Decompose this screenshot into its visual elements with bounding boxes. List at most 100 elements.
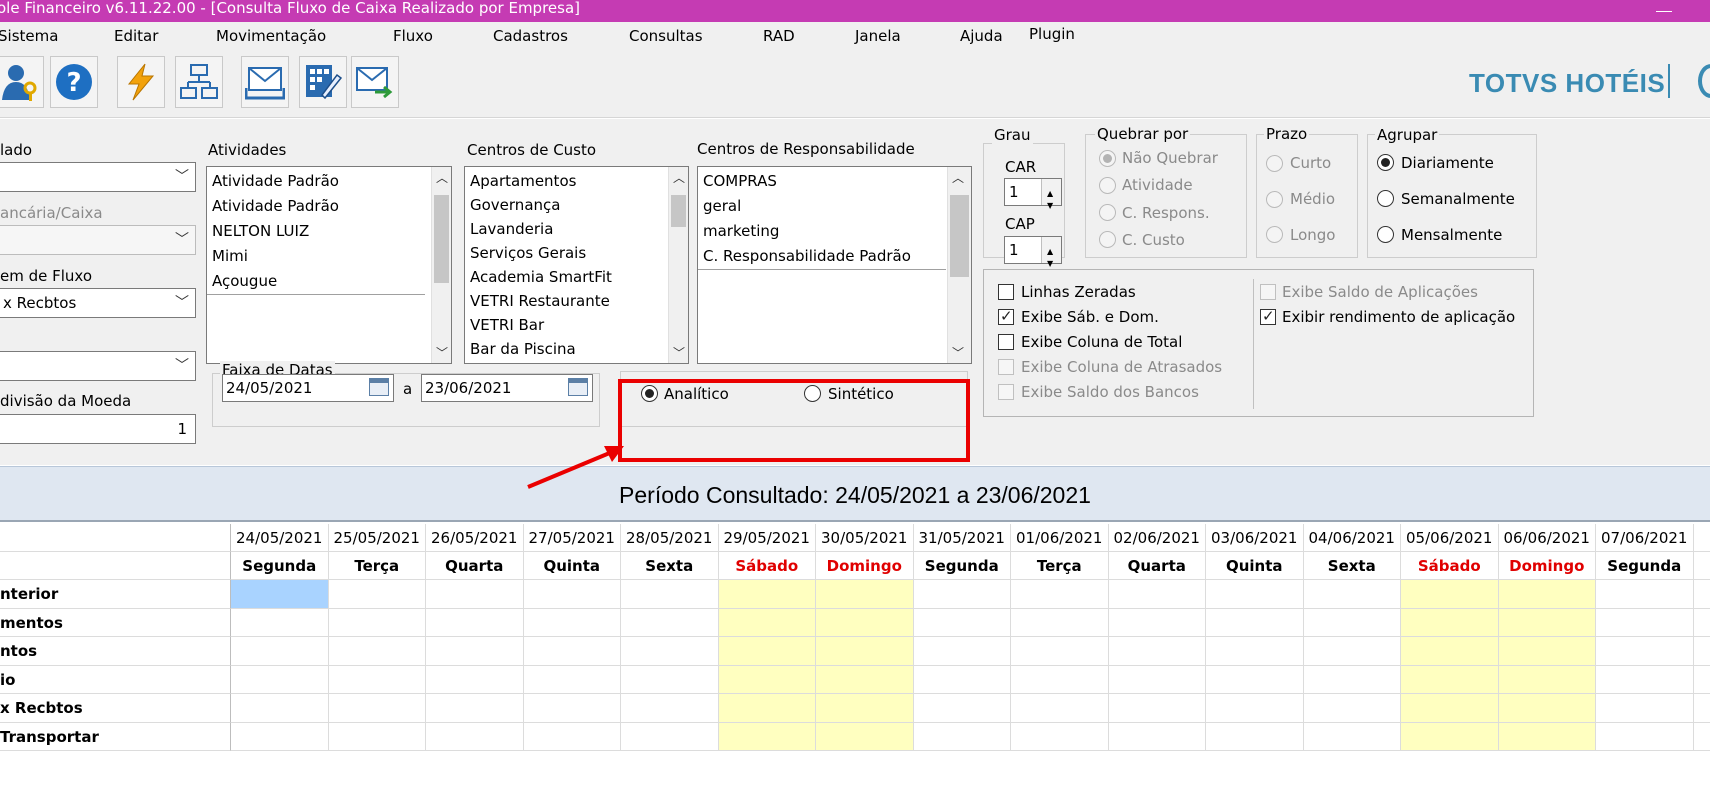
grid-cell[interactable] <box>1596 722 1694 751</box>
date-from-input[interactable]: 24/05/2021 <box>222 374 394 402</box>
calendar-icon[interactable] <box>568 378 588 396</box>
grid-cell[interactable] <box>621 608 719 637</box>
combo-item-fluxo[interactable]: x Recbtos ﹀ <box>0 288 196 318</box>
label-atividade[interactable]: Atividade <box>1122 176 1193 194</box>
label-exibe-coluna-total[interactable]: Exibe Coluna de Total <box>1021 333 1182 351</box>
grid-cell[interactable] <box>1206 665 1304 694</box>
grid-cell[interactable] <box>1108 637 1206 666</box>
grid-cell[interactable] <box>1693 637 1710 666</box>
check-exibe-saldo-bancos[interactable] <box>998 384 1014 400</box>
grid-cell[interactable] <box>1011 722 1109 751</box>
radio-medio[interactable] <box>1266 191 1283 208</box>
label-nao-quebrar[interactable]: Não Quebrar <box>1122 149 1218 167</box>
list-item[interactable]: Academia SmartFit <box>470 268 612 286</box>
grid-cell[interactable] <box>523 694 621 723</box>
radio-nao-quebrar[interactable] <box>1099 150 1116 167</box>
list-item[interactable]: NELTON LUIZ <box>212 222 309 240</box>
grid-cell[interactable] <box>1011 694 1109 723</box>
grid-cell[interactable] <box>328 580 426 609</box>
grid-cell[interactable] <box>1596 665 1694 694</box>
flowchart-button[interactable] <box>175 56 223 108</box>
check-exibe-saldo-aplicacoes[interactable] <box>1260 284 1276 300</box>
grid-cell[interactable] <box>913 665 1011 694</box>
radio-diariamente[interactable] <box>1377 154 1394 171</box>
list-item[interactable]: Atividade Padrão <box>212 172 339 190</box>
label-exibe-coluna-atrasados[interactable]: Exibe Coluna de Atrasados <box>1021 358 1222 376</box>
date-to-input[interactable]: 23/06/2021 <box>421 374 593 402</box>
grid-cell[interactable] <box>1303 637 1401 666</box>
radio-atividade[interactable] <box>1099 177 1116 194</box>
grid-cell[interactable] <box>1401 637 1499 666</box>
grid-cell[interactable] <box>718 608 816 637</box>
lightning-button[interactable] <box>117 56 165 108</box>
grid-cell[interactable] <box>718 637 816 666</box>
menu-consultas[interactable]: Consultas <box>629 27 703 45</box>
scroll-thumb[interactable] <box>434 195 449 283</box>
grid-cell[interactable] <box>1401 694 1499 723</box>
spin-arrows[interactable]: ▲ ▼ <box>1041 237 1061 268</box>
grid-cell[interactable] <box>1693 723 1710 751</box>
grid-cell[interactable] <box>231 637 329 666</box>
menu-fluxo[interactable]: Fluxo <box>393 27 433 45</box>
grid-cell[interactable] <box>913 580 1011 609</box>
grid-cell[interactable] <box>1011 580 1109 609</box>
grid-cell[interactable] <box>621 694 719 723</box>
grid-cell[interactable] <box>1011 665 1109 694</box>
menu-janela[interactable]: Janela <box>855 27 901 45</box>
label-linhas-zeradas[interactable]: Linhas Zeradas <box>1021 283 1136 301</box>
menu-movimentacao[interactable]: Movimentação <box>216 27 326 45</box>
grid-cell[interactable] <box>1303 665 1401 694</box>
grid-cell[interactable] <box>621 637 719 666</box>
spin-car[interactable]: 1 ▲ ▼ <box>1004 178 1062 210</box>
grid-cell[interactable] <box>1693 609 1710 637</box>
grid-cell[interactable] <box>1401 580 1499 609</box>
label-mensalmente[interactable]: Mensalmente <box>1401 226 1502 244</box>
list-item[interactable]: Bar da Piscina <box>470 340 576 358</box>
list-item[interactable]: geral <box>703 197 741 215</box>
grid-cell[interactable] <box>426 722 524 751</box>
grid-cell[interactable] <box>1206 722 1304 751</box>
grid-cell[interactable] <box>1596 580 1694 609</box>
grid-cell[interactable] <box>1011 637 1109 666</box>
list-item[interactable]: C. Responsabilidade Padrão <box>703 247 911 265</box>
scrollbar-centros-resp[interactable]: ︿ ﹀ <box>947 167 971 363</box>
list-centros-resp[interactable]: COMPRAS geral marketing C. Responsabilid… <box>697 166 972 364</box>
grid-cell[interactable] <box>328 694 426 723</box>
list-item[interactable]: COMPRAS <box>703 172 777 190</box>
grid-cell[interactable] <box>1108 722 1206 751</box>
grid-cell[interactable] <box>1206 637 1304 666</box>
grid-cell[interactable] <box>1303 580 1401 609</box>
grid-cell[interactable] <box>913 637 1011 666</box>
list-item[interactable]: VETRI Bar <box>470 316 544 334</box>
spin-arrows[interactable]: ▲ ▼ <box>1041 179 1061 210</box>
grid-cell[interactable] <box>1206 608 1304 637</box>
grid-cell[interactable] <box>1108 580 1206 609</box>
check-exibe-coluna-total[interactable] <box>998 334 1014 350</box>
check-exibe-coluna-atrasados[interactable] <box>998 359 1014 375</box>
scroll-thumb[interactable] <box>950 195 969 277</box>
grid-cell[interactable] <box>328 608 426 637</box>
grid-cell[interactable] <box>718 580 816 609</box>
grid-cell[interactable] <box>816 580 914 609</box>
grid-cell[interactable] <box>1596 694 1694 723</box>
minimize-button[interactable] <box>1656 0 1672 12</box>
grid-cell[interactable] <box>523 608 621 637</box>
list-item[interactable]: Lavanderia <box>470 220 553 238</box>
label-c-respons[interactable]: C. Respons. <box>1122 204 1210 222</box>
list-item[interactable]: Serviços Gerais <box>470 244 586 262</box>
grid-cell[interactable] <box>426 665 524 694</box>
grid-cell[interactable] <box>523 580 621 609</box>
grid-cell[interactable] <box>231 665 329 694</box>
grid-cell[interactable] <box>523 637 621 666</box>
menu-ajuda[interactable]: Ajuda <box>960 27 1003 45</box>
grid-cell[interactable] <box>816 722 914 751</box>
label-medio[interactable]: Médio <box>1290 190 1335 208</box>
radio-curto[interactable] <box>1266 155 1283 172</box>
grid-cell[interactable] <box>523 722 621 751</box>
grid-cell[interactable] <box>1498 580 1596 609</box>
grid-cell[interactable] <box>231 722 329 751</box>
grid-cell[interactable] <box>1498 608 1596 637</box>
grid-cell[interactable] <box>328 665 426 694</box>
grid-cell[interactable] <box>328 637 426 666</box>
radio-mensalmente[interactable] <box>1377 226 1394 243</box>
